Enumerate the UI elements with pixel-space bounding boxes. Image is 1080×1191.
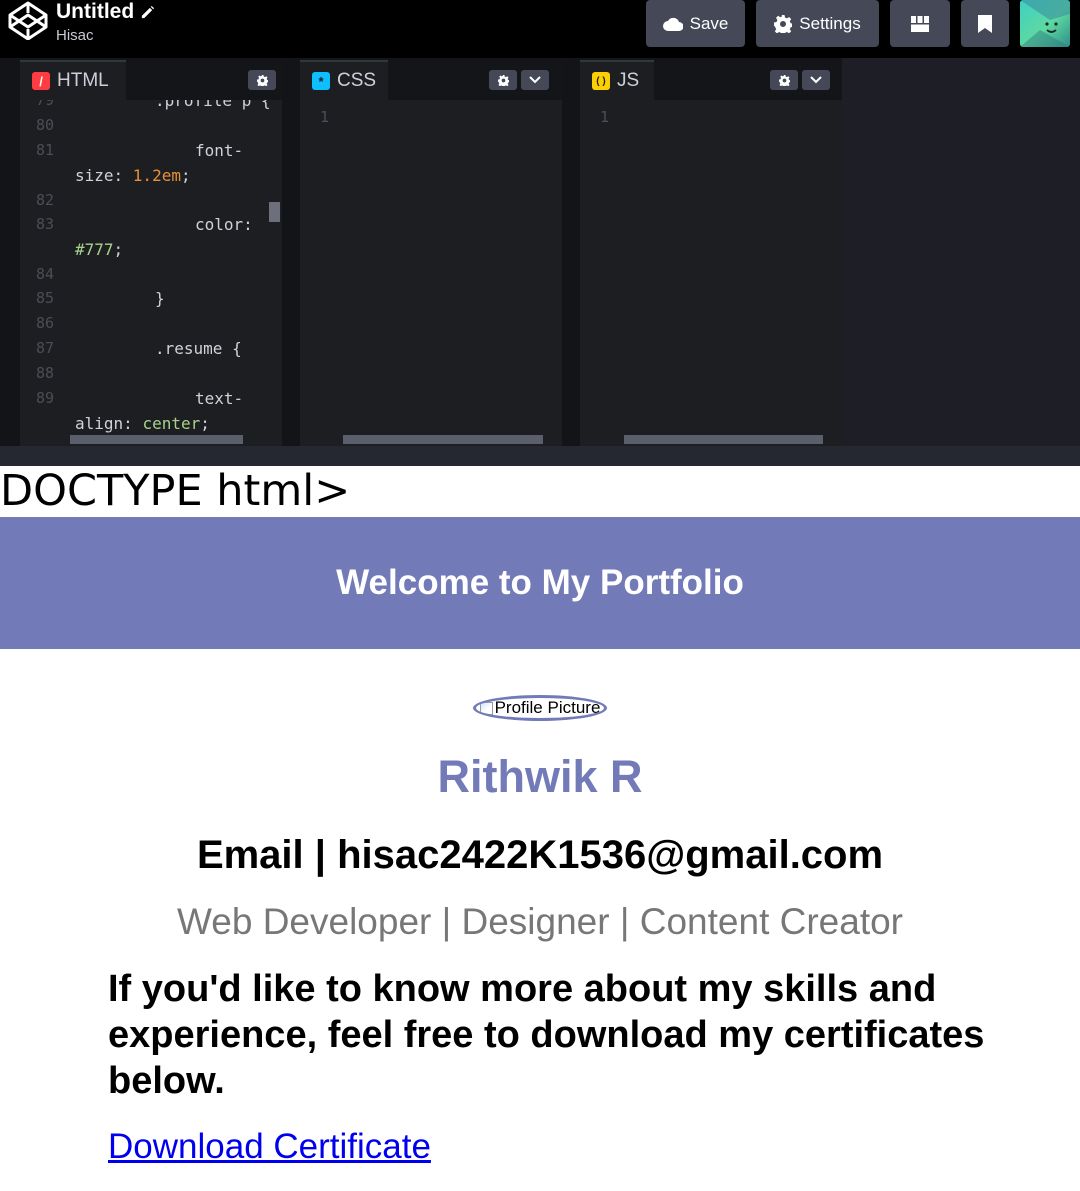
- chevron-down-icon: [810, 76, 822, 84]
- profile-picture: Profile Picture: [473, 695, 607, 721]
- tab-html[interactable]: / HTML: [20, 60, 126, 100]
- css-value: #777: [75, 240, 114, 259]
- css-value: 1.2em: [132, 166, 181, 185]
- profile-role: Web Developer | Designer | Content Creat…: [177, 901, 903, 942]
- pen-author[interactable]: Hisac: [56, 26, 155, 46]
- codepen-header: Untitled Hisac Save Settings: [0, 0, 1080, 58]
- code-line: }: [155, 289, 165, 308]
- pencil-icon[interactable]: [140, 5, 155, 20]
- tab-js-label: JS: [617, 70, 640, 91]
- settings-button[interactable]: Settings: [756, 0, 879, 47]
- result-preview: DOCTYPE html> Welcome to My Portfolio Pr…: [0, 466, 1080, 1191]
- code-line: text-: [195, 389, 244, 408]
- pen-title[interactable]: Untitled: [56, 0, 155, 25]
- chevron-down-icon: [529, 76, 541, 84]
- gear-icon: [256, 74, 268, 86]
- html-vertical-scrollbar[interactable]: [269, 202, 280, 222]
- css-horizontal-scrollbar[interactable]: [343, 435, 543, 444]
- css-collapse-button[interactable]: [521, 70, 549, 90]
- code-line: .resume {: [155, 339, 242, 358]
- line-number: 79: [36, 100, 55, 109]
- save-button[interactable]: Save: [646, 0, 745, 47]
- html-editor-pane: / HTML 79 .profile p { 80 81 font- size:…: [20, 58, 282, 446]
- html-code-area[interactable]: 79 .profile p { 80 81 font- size: 1.2em;…: [20, 100, 282, 446]
- html-settings-button[interactable]: [248, 70, 276, 90]
- code-line: color:: [195, 215, 253, 234]
- line-number: 81: [36, 141, 55, 159]
- pen-title-block: Untitled Hisac: [56, 0, 155, 46]
- gear-icon: [774, 14, 793, 33]
- line-number: 80: [36, 116, 55, 134]
- avatar-face-icon: [1020, 0, 1070, 47]
- css-settings-button[interactable]: [489, 70, 517, 90]
- line-number: 85: [36, 289, 55, 307]
- code-line: size: 1.2em;: [75, 166, 191, 185]
- line-number: 83: [36, 215, 55, 233]
- css-value: center: [142, 414, 201, 433]
- js-icon: ( ): [592, 72, 610, 90]
- broken-image-icon: [479, 701, 493, 715]
- css-property: align: [75, 414, 124, 433]
- css-icon: *: [312, 72, 330, 90]
- tab-html-label: HTML: [57, 70, 109, 91]
- gear-icon: [497, 74, 509, 86]
- gear-icon: [778, 74, 790, 86]
- profile-picture-alt: Profile Picture: [494, 698, 601, 717]
- line-number: 1: [600, 108, 610, 126]
- line-number: 82: [36, 191, 55, 209]
- js-horizontal-scrollbar[interactable]: [624, 435, 823, 444]
- editor-panels: / HTML 79 .profile p { 80 81 font- size:…: [0, 58, 1080, 466]
- line-number: 89: [36, 389, 55, 407]
- pen-title-text[interactable]: Untitled: [56, 0, 134, 25]
- profile-name: Rithwik R: [437, 751, 643, 802]
- editor-preview-resizer[interactable]: [0, 446, 1080, 466]
- line-number: 1: [320, 108, 330, 126]
- settings-label: Settings: [799, 13, 861, 33]
- codepen-logo-icon[interactable]: [7, 0, 49, 41]
- html-resize-handle[interactable]: [0, 58, 20, 446]
- js-code-area[interactable]: 1: [580, 100, 842, 446]
- css-code-area[interactable]: 1: [300, 100, 562, 446]
- bookmark-button[interactable]: [961, 0, 1009, 47]
- js-editor-pane: ( ) JS 1: [580, 58, 842, 446]
- tab-css-label: CSS: [337, 70, 377, 91]
- profile-email: Email | hisac2422K1536@gmail.com: [196, 833, 884, 877]
- js-settings-button[interactable]: [770, 70, 798, 90]
- line-number: 86: [36, 314, 55, 332]
- js-collapse-button[interactable]: [802, 70, 830, 90]
- tab-js[interactable]: ( ) JS: [580, 60, 654, 100]
- line-number: 84: [36, 265, 55, 283]
- code-line: #777;: [75, 240, 124, 259]
- resume-description: If you'd like to know more about my skil…: [108, 968, 985, 1102]
- portfolio-title: Welcome to My Portfolio: [336, 563, 744, 602]
- html-horizontal-scrollbar[interactable]: [70, 435, 243, 444]
- bookmark-icon: [978, 14, 992, 33]
- html-icon: /: [32, 72, 50, 90]
- editor-empty-area: [842, 58, 1080, 446]
- code-line: align: center;: [75, 414, 210, 433]
- css-editor-pane: * CSS 1: [300, 58, 562, 446]
- portfolio-header: Welcome to My Portfolio: [0, 517, 1080, 649]
- js-resize-handle[interactable]: [562, 58, 582, 446]
- line-number: 88: [36, 364, 55, 382]
- code-line: .profile p {: [155, 100, 271, 110]
- css-property: size: [75, 166, 114, 185]
- download-certificate-link[interactable]: Download Certificate: [108, 1127, 431, 1167]
- save-label: Save: [689, 13, 729, 33]
- tab-css[interactable]: * CSS: [300, 60, 388, 100]
- change-view-button[interactable]: [890, 0, 950, 47]
- code-line: font-: [195, 141, 244, 160]
- layout-grid-icon: [911, 15, 929, 32]
- css-resize-handle[interactable]: [282, 58, 302, 446]
- doctype-text: DOCTYPE html>: [0, 466, 351, 516]
- cloud-icon: [662, 17, 683, 31]
- line-number: 87: [36, 339, 55, 357]
- user-avatar[interactable]: [1020, 0, 1070, 47]
